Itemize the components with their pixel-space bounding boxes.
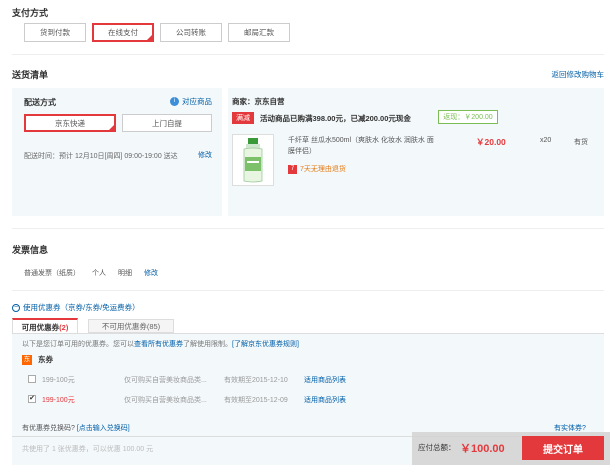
divider xyxy=(12,54,604,55)
coupon-rules-link[interactable]: [了解京东优惠券规则] xyxy=(232,341,299,348)
view-all-coupons-link[interactable]: 查看所有优惠券 xyxy=(134,341,183,348)
coupon-products-link[interactable]: 适用商品列表 xyxy=(304,375,346,385)
back-to-cart-link[interactable]: 返回修改购物车 xyxy=(552,69,605,80)
invoice-personal: 个人 xyxy=(92,270,106,277)
product-name[interactable]: 千纤草 丝瓜水500ml（爽肤水 化妆水 润肤水 面膜伴侣） xyxy=(288,135,438,157)
coupon-checkbox-checked[interactable]: ✔ xyxy=(28,395,36,403)
coupon-expiry: 有效期至2015-12-09 xyxy=(224,397,288,404)
return-policy: 7 7天无理由退货 xyxy=(288,164,346,174)
redeem-code: 有优惠券兑换码? [点击输入兑换码] xyxy=(22,423,130,433)
coupon-desc: 仅可购买自营美妆商品类... xyxy=(124,377,207,384)
divider xyxy=(12,228,604,229)
coupon-hint-mid: 了解使用限制。 xyxy=(183,341,232,348)
seller-label: 商家：京东自营 xyxy=(232,97,285,106)
invoice-info: 普通发票（纸质） 个人 明细 修改 xyxy=(24,268,158,278)
coupon-amount: 199-100元 xyxy=(42,377,75,384)
delivery-option-pickup[interactable]: 上门自提 xyxy=(122,114,212,132)
order-footer: 应付总额： ￥100.00 提交订单 xyxy=(412,432,610,465)
coupon-checkbox[interactable] xyxy=(28,375,36,383)
tab-available-count: (2) xyxy=(59,322,69,332)
tab-unavailable-coupons[interactable]: 不可用优惠券(85) xyxy=(88,319,174,333)
coupon-toggle-label[interactable]: 使用优惠券（京券/东券/免运费券） xyxy=(23,302,140,313)
coupon-hint: 以下是您订单可用的优惠券。您可以查看所有优惠券了解使用限制。[了解京东优惠券规则… xyxy=(22,339,299,349)
coupon-amount: 199-100元 xyxy=(42,397,75,404)
coupon-desc: 仅可购买自营美妆商品类... xyxy=(124,397,207,404)
payment-option-online[interactable]: 在线支付 xyxy=(92,23,154,42)
return-icon: 7 xyxy=(288,164,297,174)
payable-value: ￥100.00 xyxy=(460,443,505,455)
redeem-code-link[interactable]: [点击输入兑换码] xyxy=(77,425,130,432)
coupon-expiry: 有效期至2015-12-10 xyxy=(224,377,288,384)
return-note: 7天无理由退货 xyxy=(300,166,346,173)
payment-option-postal[interactable]: 邮局汇款 xyxy=(228,23,290,42)
submit-order-button[interactable]: 提交订单 xyxy=(522,436,604,460)
items-link-group[interactable]: i 对应商品 xyxy=(170,96,212,107)
delivery-method-title: 配送方式 xyxy=(24,98,56,107)
payable-label: 应付总额： xyxy=(418,443,456,452)
coupon-row[interactable]: 199-100元 仅可购买自营美妆商品类... 有效期至2015-12-10 适… xyxy=(12,372,604,390)
delivery-title: 送货清单 xyxy=(12,70,49,80)
promo-text: 活动商品已购满398.00元，已减200.00元现金 xyxy=(260,114,411,123)
coupon-summary: 共使用了 1 张优惠券，可以优惠 100.00 元 xyxy=(22,446,154,453)
invoice-type: 普通发票（纸质） xyxy=(24,270,80,277)
delivery-option-jd-express[interactable]: 京东快递 xyxy=(24,114,116,132)
tab-available-coupons[interactable]: 可用优惠券 (2) xyxy=(12,318,78,334)
coupon-products-link[interactable]: 适用商品列表 xyxy=(304,395,346,405)
invoice-edit[interactable]: 修改 xyxy=(144,268,158,278)
payment-option-transfer[interactable]: 公司转账 xyxy=(160,23,222,42)
coupon-group-label: 东券 xyxy=(38,355,53,364)
items-link[interactable]: 对应商品 xyxy=(182,96,212,107)
tab-available-label: 可用优惠券 xyxy=(21,322,60,332)
payment-title: 支付方式 xyxy=(12,8,49,18)
collapse-icon: − xyxy=(12,303,20,312)
redeem-prefix: 有优惠券兑换码? xyxy=(22,425,75,432)
product-stock: 有货 xyxy=(574,139,588,146)
delivery-time: 配送时间：预计 12月10日[周四] 09:00-19:00 送达 xyxy=(24,153,178,160)
product-panel: 商家：京东自营 满减 活动商品已购满398.00元，已减200.00元现金 返现… xyxy=(228,88,604,216)
invoice-detail: 明细 xyxy=(118,270,132,277)
product-image[interactable] xyxy=(232,134,274,186)
coupon-toggle[interactable]: − 使用优惠券（京券/东券/免运费券） xyxy=(12,302,140,313)
invoice-title: 发票信息 xyxy=(12,245,49,255)
promo-tag: 满减 xyxy=(232,112,254,124)
product-price: ￥20.00 xyxy=(476,137,506,147)
coupon-group: 东 东券 xyxy=(22,354,53,365)
product-bottle-icon xyxy=(243,138,263,183)
delivery-method-panel: 配送方式 i 对应商品 京东快递 上门自提 配送时间：预计 12月10日[周四]… xyxy=(12,88,222,216)
coupon-row[interactable]: ✔ 199-100元 仅可购买自营美妆商品类... 有效期至2015-12-09… xyxy=(12,392,604,410)
payment-option-cod[interactable]: 货到付款 xyxy=(24,23,86,42)
info-icon: i xyxy=(170,97,179,106)
dong-coupon-icon: 东 xyxy=(22,354,32,365)
delivery-time-edit[interactable]: 修改 xyxy=(198,150,212,160)
product-qty: x20 xyxy=(540,137,552,144)
coupon-hint-prefix: 以下是您订单可用的优惠券。您可以 xyxy=(22,341,134,348)
divider xyxy=(12,290,604,291)
saved-badge: 返现：￥200.00 xyxy=(438,110,498,124)
